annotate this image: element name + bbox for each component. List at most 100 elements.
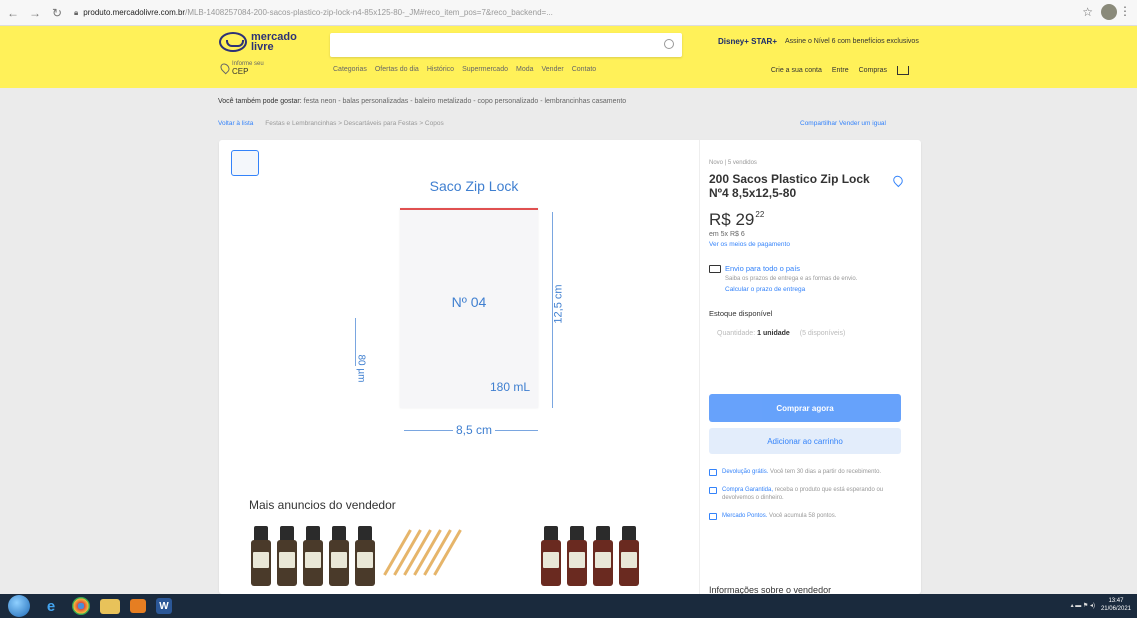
price-cents: 22 [755, 210, 765, 219]
essential-oil-bottle-image[interactable] [329, 526, 349, 586]
create-account-link[interactable]: Crie a sua conta [771, 67, 822, 74]
lock-icon: 🔒︎ [74, 7, 79, 17]
search-input[interactable] [330, 33, 682, 57]
also-like-items[interactable]: festa neon - balas personalizadas - bale… [304, 98, 627, 105]
nav-ofertas[interactable]: Ofertas do dia [375, 66, 419, 73]
shipping-title: Envio para todo o país [725, 264, 801, 273]
word-icon[interactable]: W [156, 598, 172, 614]
guarantee-return: Devolução grátis. Você tem 30 dias a par… [709, 468, 901, 476]
condition-sold: Novo | 5 vendidos [709, 160, 757, 166]
guarantee-protected-link[interactable]: Compra Garantida, [722, 487, 773, 493]
also-like-prefix: Você também pode gostar: [218, 98, 302, 105]
shipping-subtitle: Saiba os prazos de entrega e as formas d… [725, 276, 858, 282]
windows-taskbar: e W ▴ ▬ ⚑ ◂) 13:47 21/06/2021 [0, 594, 1137, 618]
nav-categorias[interactable]: Categorias [333, 66, 367, 73]
guarantee-points-link[interactable]: Mercado Pontos. [722, 513, 767, 519]
price-main: R$ 29 [709, 210, 755, 229]
profile-avatar[interactable] [1101, 4, 1117, 20]
trophy-icon [709, 513, 717, 520]
cep-label: CEP [232, 67, 249, 76]
mercadolivre-logo[interactable]: mercado livre [219, 32, 297, 53]
cart-icon[interactable] [897, 66, 909, 75]
installments: em 5x R$ 6 [709, 231, 745, 238]
shipping-info: Envio para todo o país Saiba os prazos d… [709, 264, 909, 293]
guarantee-return-text: Você tem 30 dias a partir do recebimento… [770, 469, 882, 475]
browser-toolbar: ← → ↻ 🔒︎ produto.mercadolivre.com.br /ML… [0, 0, 1137, 26]
forward-icon[interactable]: → [26, 4, 44, 22]
nav-supermercado[interactable]: Supermercado [462, 66, 508, 73]
guarantee-points: Mercado Pontos. Você acumula 58 pontos. [709, 512, 901, 520]
logo-line2: livre [251, 41, 274, 53]
back-to-list-link[interactable]: Voltar à lista [218, 120, 253, 127]
bookmark-star-icon[interactable]: ☆ [1082, 5, 1093, 19]
product-title: 200 Sacos Plastico Zip Lock Nº4 8,5x12,5… [709, 172, 870, 200]
purchases-link[interactable]: Compras [859, 67, 887, 74]
guarantees-list: Devolução grátis. Você tem 30 dias a par… [709, 468, 901, 530]
site-header: mercado livre Disney+ STAR+ Assine o Nív… [0, 26, 1137, 88]
nav-contato[interactable]: Contato [572, 66, 597, 73]
more-from-seller-carousel [249, 526, 669, 586]
user-nav: Crie a sua conta Entre Compras [771, 66, 909, 75]
also-like-bar: Você também pode gostar: festa neon - ba… [218, 98, 626, 105]
nav-historico[interactable]: Histórico [427, 66, 454, 73]
aroma-bottle-image[interactable] [619, 526, 639, 586]
chrome-icon[interactable] [72, 597, 90, 615]
gallery-thumbnail[interactable] [231, 150, 259, 176]
media-player-icon[interactable] [130, 599, 146, 613]
quantity-value: 1 unidade [757, 330, 790, 337]
aroma-bottle-image[interactable] [541, 526, 561, 586]
product-image[interactable]: Saco Zip Lock Nº 04 180 mL 12,5 cm 8,5 c… [355, 178, 579, 438]
url-path: /MLB-1408257084-200-sacos-plastico-zip-l… [185, 8, 553, 17]
image-bag-volume: 180 mL [489, 380, 530, 394]
stock-status: Estoque disponível [709, 309, 773, 318]
essential-oil-bottle-image[interactable] [251, 526, 271, 586]
calculate-shipping-link[interactable]: Calcular o prazo de entrega [725, 286, 895, 293]
guarantee-return-link[interactable]: Devolução grátis. [722, 469, 768, 475]
wooden-sticks-image[interactable] [383, 529, 469, 580]
category-nav: Categorias Ofertas do dia Histórico Supe… [333, 66, 596, 73]
folder-icon[interactable] [100, 598, 120, 614]
shield-icon [709, 487, 717, 494]
cep-selector[interactable]: Informe seu CEP [218, 61, 264, 76]
internet-explorer-icon[interactable]: e [40, 596, 62, 616]
essential-oil-bottle-image[interactable] [277, 526, 297, 586]
breadcrumb: Voltar à lista Festas e Lembrancinhas > … [218, 120, 444, 127]
guarantee-points-text: Você acumula 58 pontos. [769, 513, 837, 519]
start-button-icon[interactable] [8, 595, 30, 617]
image-thickness-label: 80 µm [355, 354, 367, 383]
truck-icon [709, 265, 721, 273]
aroma-bottle-image[interactable] [567, 526, 587, 586]
quantity-label: Quantidade: [717, 330, 756, 337]
tray-icons[interactable]: ▴ ▬ ⚑ ◂) [1071, 602, 1095, 609]
image-width-label: 8,5 cm [452, 423, 495, 437]
column-divider [699, 140, 700, 594]
search-icon[interactable] [664, 39, 674, 49]
essential-oil-bottle-image[interactable] [303, 526, 323, 586]
nav-vender[interactable]: Vender [542, 66, 564, 73]
quantity-available: (5 disponíveis) [799, 330, 846, 337]
image-bag-title: Saco Zip Lock [429, 178, 519, 194]
url-host: produto.mercadolivre.com.br [83, 8, 186, 17]
buy-now-button[interactable]: Comprar agora [709, 394, 901, 422]
payment-methods-link[interactable]: Ver os meios de pagamento [709, 241, 909, 248]
share-sell-links[interactable]: Compartilhar Vender um igual [800, 120, 886, 127]
reload-icon[interactable]: ↻ [48, 4, 66, 22]
browser-menu-icon[interactable]: ⋮ [1119, 4, 1131, 18]
login-link[interactable]: Entre [832, 67, 849, 74]
nav-moda[interactable]: Moda [516, 66, 534, 73]
back-icon[interactable]: ← [4, 4, 22, 22]
clock-date: 21/06/2021 [1100, 606, 1131, 612]
essential-oil-bottle-image[interactable] [355, 526, 375, 586]
aroma-bottle-image[interactable] [593, 526, 613, 586]
clock[interactable]: 13:47 21/06/2021 [1101, 597, 1131, 613]
favorite-heart-icon[interactable] [891, 173, 905, 188]
breadcrumb-path[interactable]: Festas e Lembrancinhas > Descartáveis pa… [265, 120, 443, 127]
promo-brand: Disney+ STAR+ [718, 37, 777, 46]
promo-banner[interactable]: Disney+ STAR+ Assine o Nível 6 com benef… [718, 37, 919, 46]
buy-box: Novo | 5 vendidos 200 Sacos Plastico Zip… [709, 160, 909, 595]
image-bag-number: Nº 04 [451, 294, 487, 310]
add-to-cart-button[interactable]: Adicionar ao carrinho [709, 428, 901, 454]
address-bar[interactable]: 🔒︎ produto.mercadolivre.com.br /MLB-1408… [74, 4, 1034, 22]
quantity-selector[interactable]: Quantidade: 1 unidade (5 disponíveis) [709, 330, 909, 337]
promo-text: Assine o Nível 6 com benefícios exclusiv… [784, 38, 919, 45]
